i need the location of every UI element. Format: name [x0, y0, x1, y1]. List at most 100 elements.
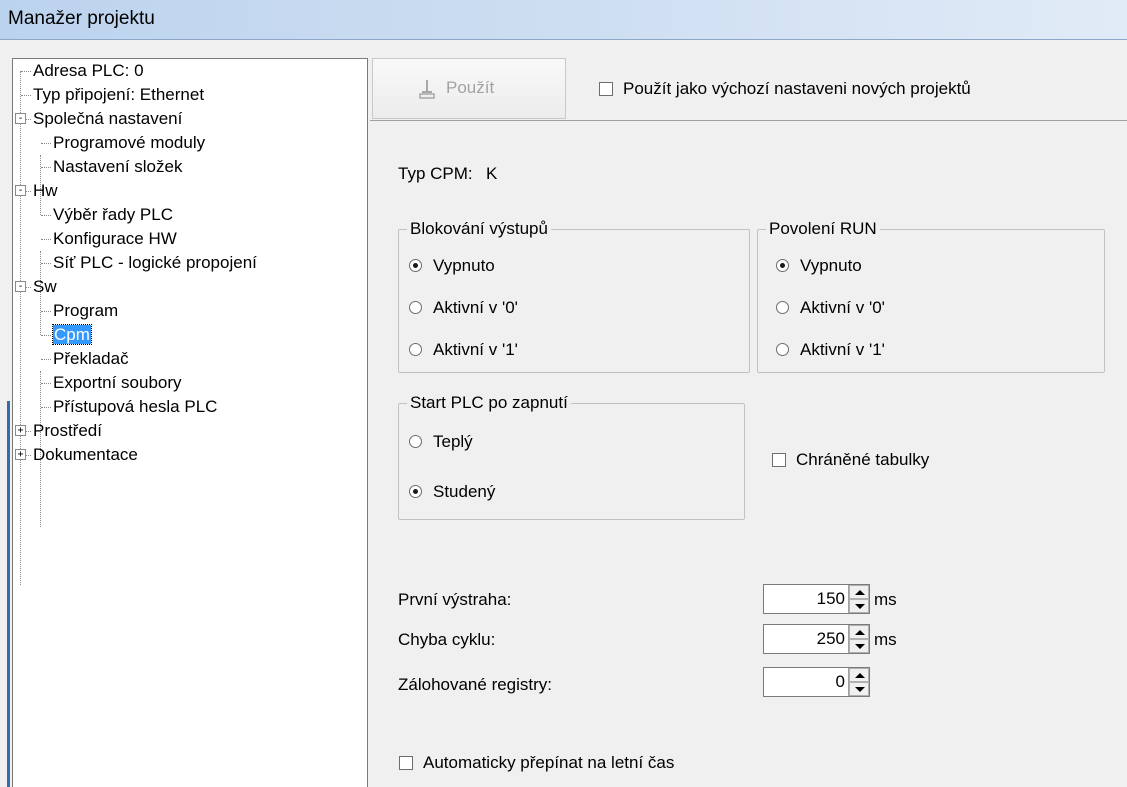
- tree-line: [26, 431, 31, 432]
- run-enable-title: Povolení RUN: [766, 218, 880, 240]
- arrow-down-icon: [855, 644, 865, 649]
- window-title: Manažer projektu: [8, 8, 155, 29]
- tree-item-cpm[interactable]: Cpm: [52, 323, 92, 347]
- plc-start-radio-cold[interactable]: [409, 485, 422, 498]
- tree-item-plc-passwords[interactable]: Přístupová hesla PLC: [53, 395, 217, 419]
- run-enable-option-active0: Aktivní v '0': [800, 298, 885, 317]
- tree-line: [41, 167, 51, 168]
- spin-down-button[interactable]: [849, 682, 869, 696]
- tree-line: [20, 71, 21, 585]
- tree-line: [21, 71, 31, 72]
- tree-line: [41, 311, 51, 312]
- cpm-settings-panel: Použít Použít jako výchozí nastaveni nov…: [370, 58, 1127, 787]
- window-title-bar: Manažer projektu: [0, 0, 1127, 40]
- tree-item-export-files[interactable]: Exportní soubory: [53, 371, 182, 395]
- output-blocking-option-active0: Aktivní v '0': [433, 298, 518, 317]
- tree-item-sw[interactable]: Sw: [33, 275, 57, 299]
- tree-item-compiler[interactable]: Překladač: [53, 347, 129, 371]
- spin-down-button[interactable]: [849, 639, 869, 653]
- plc-start-radio-warm[interactable]: [409, 435, 422, 448]
- tree-item-connection-type[interactable]: Typ připojení: Ethernet: [33, 83, 204, 107]
- expand-icon[interactable]: +: [15, 449, 26, 460]
- tree-line: [41, 215, 51, 216]
- backup-registers-value: 0: [835, 672, 845, 691]
- default-settings-checkbox[interactable]: [599, 82, 613, 96]
- run-enable-option-active1: Aktivní v '1': [800, 340, 885, 359]
- tree-item-plc-network[interactable]: Síť PLC - logické propojení: [53, 251, 257, 275]
- plc-start-option-cold: Studený: [433, 482, 496, 501]
- cycle-error-label: Chyba cyklu:: [398, 630, 496, 649]
- window-frame-accent: [7, 401, 10, 787]
- collapse-icon[interactable]: -: [15, 281, 26, 292]
- tree-line: [41, 239, 51, 240]
- dst-checkbox[interactable]: [399, 756, 413, 770]
- tree-item-folder-settings[interactable]: Nastavení složek: [53, 155, 182, 179]
- tree-line: [26, 287, 31, 288]
- tree-item-documentation[interactable]: Dokumentace: [33, 443, 138, 467]
- spin-up-button[interactable]: [849, 625, 869, 639]
- backup-registers-spinner[interactable]: 0: [763, 667, 870, 697]
- backup-registers-label: Zálohované registry:: [398, 675, 553, 694]
- output-blocking-option-off: Vypnuto: [433, 256, 495, 275]
- output-blocking-radio-active0[interactable]: [409, 301, 422, 314]
- spin-up-button[interactable]: [849, 668, 869, 682]
- first-warning-spinner[interactable]: 150: [763, 584, 870, 614]
- collapse-icon[interactable]: -: [15, 113, 26, 124]
- arrow-up-icon: [855, 673, 865, 678]
- protected-tables-checkbox[interactable]: [772, 453, 786, 467]
- tree-line: [26, 191, 31, 192]
- dst-label: Automaticky přepínat na letní čas: [423, 753, 675, 772]
- tree-item-hw-config[interactable]: Konfigurace HW: [53, 227, 177, 251]
- tree-item-hw[interactable]: Hw: [33, 179, 58, 203]
- cycle-error-value: 250: [816, 629, 845, 648]
- tree-line: [41, 263, 51, 264]
- project-tree[interactable]: Adresa PLC: 0 Typ připojení: Ethernet - …: [12, 58, 368, 787]
- arrow-down-icon: [855, 604, 865, 609]
- spin-down-button[interactable]: [849, 599, 869, 613]
- output-blocking-radio-off[interactable]: [409, 259, 422, 272]
- cpm-type-value: K: [486, 164, 498, 183]
- tree-item-cpm-label: Cpm: [52, 324, 92, 345]
- output-blocking-radio-active1[interactable]: [409, 343, 422, 356]
- run-enable-option-off: Vypnuto: [800, 256, 862, 275]
- tree-line: [41, 383, 51, 384]
- tree-item-program[interactable]: Program: [53, 299, 118, 323]
- tree-item-program-modules[interactable]: Programové moduly: [53, 131, 205, 155]
- plc-start-option-warm: Teplý: [433, 432, 473, 451]
- window-frame-left: [0, 40, 7, 787]
- protected-tables-label: Chráněné tabulky: [796, 450, 930, 469]
- apply-button-label: Použít: [446, 78, 495, 97]
- output-blocking-title: Blokování výstupů: [407, 218, 551, 240]
- run-enable-radio-active0[interactable]: [776, 301, 789, 314]
- tree-item-plc-address[interactable]: Adresa PLC: 0: [33, 59, 144, 83]
- tree-line: [41, 335, 51, 336]
- arrow-down-icon: [855, 687, 865, 692]
- first-warning-unit: ms: [874, 590, 897, 609]
- cycle-error-spinner[interactable]: 250: [763, 624, 870, 654]
- cycle-error-unit: ms: [874, 630, 897, 649]
- run-enable-radio-off[interactable]: [776, 259, 789, 272]
- plc-start-group: Start PLC po zapnutí Teplý Studený: [398, 392, 745, 520]
- first-warning-spin-buttons: [848, 585, 869, 613]
- arrow-up-icon: [855, 630, 865, 635]
- tree-item-common-settings[interactable]: Společná nastavení: [33, 107, 182, 131]
- apply-icon: [419, 80, 435, 99]
- spin-up-button[interactable]: [849, 585, 869, 599]
- first-warning-value: 150: [816, 589, 845, 608]
- output-blocking-group: Blokování výstupů Vypnuto Aktivní v '0' …: [398, 218, 750, 373]
- tree-line: [26, 119, 31, 120]
- tree-item-environment[interactable]: Prostředí: [33, 419, 102, 443]
- collapse-icon[interactable]: -: [15, 185, 26, 196]
- expand-icon[interactable]: +: [15, 425, 26, 436]
- output-blocking-option-active1: Aktivní v '1': [433, 340, 518, 359]
- tree-line: [41, 143, 51, 144]
- plc-start-title: Start PLC po zapnutí: [407, 392, 571, 414]
- apply-button[interactable]: Použít: [372, 58, 566, 119]
- run-enable-group: Povolení RUN Vypnuto Aktivní v '0' Aktiv…: [757, 218, 1105, 373]
- tree-item-plc-series[interactable]: Výběr řady PLC: [53, 203, 173, 227]
- first-warning-label: První výstraha:: [398, 590, 512, 609]
- run-enable-radio-active1[interactable]: [776, 343, 789, 356]
- toolbar-separator: [370, 120, 1127, 121]
- tree-line: [41, 407, 51, 408]
- backup-registers-spin-buttons: [848, 668, 869, 696]
